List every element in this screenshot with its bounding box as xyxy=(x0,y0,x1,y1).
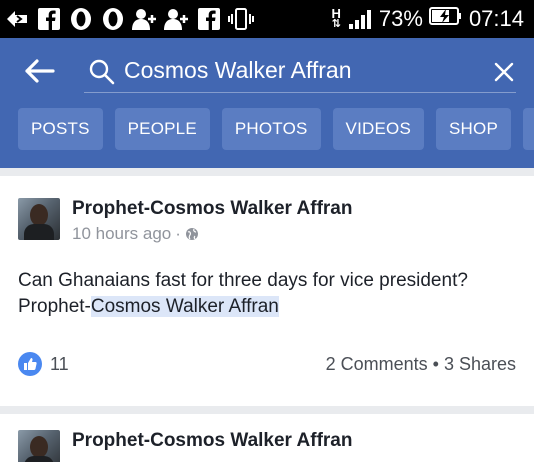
like-icon xyxy=(18,352,42,376)
meta-separator: · xyxy=(175,224,181,243)
search-icon xyxy=(88,58,116,86)
share-count[interactable]: 3 Shares xyxy=(444,354,516,374)
opera-icon xyxy=(100,6,126,32)
opera-icon xyxy=(68,6,94,32)
post-meta: 10 hours ago · xyxy=(72,224,199,244)
post-author[interactable]: Prophet-Cosmos Walker Affran xyxy=(72,430,352,452)
tab-people[interactable]: PEOPLE xyxy=(114,108,210,150)
avatar[interactable] xyxy=(18,430,60,462)
post-text-highlight: Cosmos Walker Affran xyxy=(90,296,279,317)
facebook-icon xyxy=(196,6,222,32)
reactions[interactable]: 11 xyxy=(18,352,69,376)
system-indicators: H ⇅ 73% 07:14 xyxy=(332,6,534,32)
search-header: Cosmos Walker Affran POSTS PEOPLE PHOTOS… xyxy=(0,38,534,168)
tab-shop[interactable]: SHOP xyxy=(436,108,511,150)
screen: H ⇅ 73% 07:14 Cosmos Walker Affran POSTS… xyxy=(0,0,534,462)
tab-posts[interactable]: POSTS xyxy=(18,108,103,150)
avatar[interactable] xyxy=(18,198,60,240)
tab-videos[interactable]: VIDEOS xyxy=(332,108,424,150)
search-underline xyxy=(84,92,516,93)
search-input[interactable]: Cosmos Walker Affran xyxy=(124,57,352,84)
status-bar: H ⇅ 73% 07:14 xyxy=(0,0,534,38)
clear-search-button[interactable] xyxy=(492,60,516,84)
post-time[interactable]: 10 hours ago xyxy=(72,224,171,244)
counts-separator: • xyxy=(432,354,439,374)
search-row: Cosmos Walker Affran xyxy=(0,38,534,102)
vibrate-icon xyxy=(228,6,254,32)
battery-charging-icon xyxy=(428,6,463,32)
tab-pages[interactable]: PA xyxy=(522,108,534,150)
notification-icons xyxy=(0,6,254,32)
close-icon xyxy=(494,62,514,82)
back-button[interactable] xyxy=(24,58,56,84)
comment-count[interactable]: 2 Comments xyxy=(326,354,428,374)
tab-photos[interactable]: PHOTOS xyxy=(221,108,321,150)
back-arrow-icon xyxy=(25,59,55,83)
like-count: 11 xyxy=(50,353,69,374)
network-type-icon: H ⇅ xyxy=(331,6,341,30)
back-arrow-notification-icon xyxy=(4,6,30,32)
engagement-counts[interactable]: 2 Comments • 3 Shares xyxy=(326,354,516,375)
battery-percent: 73% xyxy=(378,6,423,31)
post-card[interactable]: Prophet-Cosmos Walker Affran xyxy=(0,414,534,462)
post-card[interactable]: Prophet-Cosmos Walker Affran 10 hours ag… xyxy=(0,176,534,406)
filter-tabs: POSTS PEOPLE PHOTOS VIDEOS SHOP PA xyxy=(0,108,534,150)
globe-icon xyxy=(185,228,198,240)
post-text: Can Ghanaians fast for three days for vi… xyxy=(18,268,518,320)
add-friend-icon xyxy=(132,6,158,32)
facebook-icon xyxy=(36,6,62,32)
clock: 07:14 xyxy=(468,6,524,31)
post-author[interactable]: Prophet-Cosmos Walker Affran xyxy=(72,198,352,220)
signal-icon xyxy=(347,6,373,32)
add-friend-icon xyxy=(164,6,190,32)
